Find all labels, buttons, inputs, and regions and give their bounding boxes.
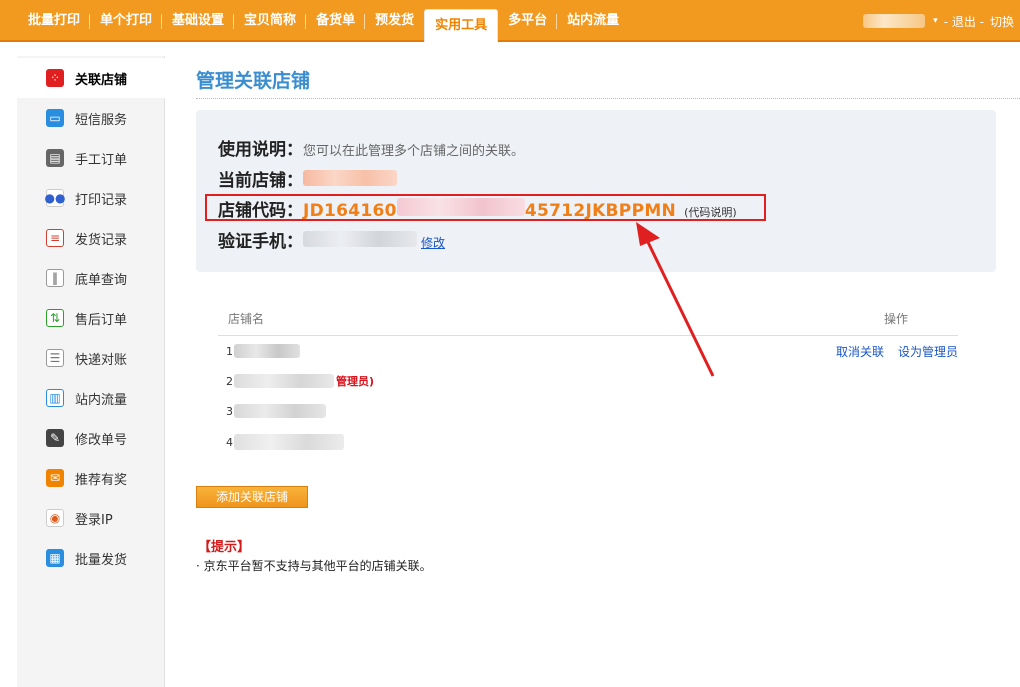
user-area: ▾ - 退出 - 切换 (863, 0, 1020, 42)
row-number: 2 (226, 374, 233, 388)
sidebar-item-label: 站内流量 (75, 392, 128, 408)
usage-text: 您可以在此管理多个店铺之间的关联。 (303, 144, 525, 159)
sidebar-item-label: 关联店铺 (75, 72, 128, 88)
sidebar-item-label: 手工订单 (75, 152, 128, 168)
top-navbar: 批量打印 单个打印 基础设置 宝贝简称 备货单 预发货 实用工具 多平台 站内流… (0, 0, 1020, 42)
sidebar-item-label: 推荐有奖 (75, 472, 128, 488)
login-ip-icon: ◉ (46, 509, 64, 527)
nav-batch-print[interactable]: 批量打印 (18, 0, 91, 42)
info-panel: 使用说明： 您可以在此管理多个店铺之间的关联。 当前店铺： 店铺代码： JD16… (196, 110, 996, 272)
store-link-icon: ⁘ (46, 69, 64, 87)
col-operations: 操作 (883, 312, 908, 326)
sidebar-item-edit-tracking[interactable]: ✎ 修改单号 (17, 418, 165, 458)
verify-phone-label: 验证手机： (218, 232, 303, 252)
store-name-redacted (234, 434, 344, 450)
sidebar-item-express-reconcile[interactable]: ☰ 快递对账 (17, 338, 165, 378)
unlink-store-link[interactable]: 取消关联 (836, 343, 884, 360)
sidebar-item-label: 修改单号 (75, 432, 128, 448)
nav-stock-list[interactable]: 备货单 (306, 0, 366, 42)
sidebar-item-label: 登录IP (75, 512, 113, 528)
store-name-redacted (234, 374, 334, 388)
store-code-highlight (205, 194, 766, 221)
nav-tools-tab[interactable]: 实用工具 (424, 9, 499, 42)
nav-pre-ship[interactable]: 预发货 (365, 0, 424, 42)
tips-text: · 京东平台暂不支持与其他平台的店铺关联。 (196, 559, 432, 573)
printer-icon: ▤ (46, 149, 64, 167)
stores-table-header: 店铺名 操作 (218, 310, 958, 336)
sidebar-item-referral[interactable]: ✉ 推荐有奖 (17, 458, 165, 498)
table-row: 4 (226, 432, 344, 452)
current-store-label: 当前店铺： (218, 171, 303, 191)
print-record-icon: ●● (44, 189, 66, 207)
edit-pencil-icon: ✎ (46, 429, 64, 447)
row-number: 1 (226, 344, 233, 358)
table-row: 1 (226, 341, 300, 361)
sidebar-item-shipping-record[interactable]: ≡ 发货记录 (17, 218, 165, 258)
table-row: 3 (226, 401, 326, 421)
nav-site-traffic[interactable]: 站内流量 (557, 0, 629, 42)
sidebar-item-traffic[interactable]: ▥ 站内流量 (17, 378, 165, 418)
sidebar-item-print-record[interactable]: ●● 打印记录 (17, 178, 165, 218)
username-redacted (863, 14, 926, 28)
usage-label: 使用说明： (218, 140, 303, 160)
sidebar-item-batch-ship[interactable]: ▦ 批量发货 (17, 538, 165, 578)
nav-single-print[interactable]: 单个打印 (90, 0, 163, 42)
store-name-redacted (234, 404, 326, 418)
nav-multi-platform[interactable]: 多平台 (498, 0, 558, 42)
reward-envelope-icon: ✉ (46, 469, 64, 487)
sidebar-item-label: 短信服务 (75, 112, 128, 128)
admin-tag: 管理员) (336, 375, 375, 388)
add-linked-store-button[interactable]: 添加关联店铺 (196, 486, 308, 508)
sidebar-item-label: 快递对账 (75, 352, 128, 368)
sms-icon: ▭ (46, 109, 64, 127)
current-store-row: 当前店铺： (218, 166, 397, 191)
sidebar: ⁘ 关联店铺 ▭ 短信服务 ▤ 手工订单 ●● 打印记录 ≡ 发货记录 ‖ 底单… (17, 56, 165, 687)
store-name-redacted (234, 344, 300, 358)
after-sale-icon: ⇅ (46, 309, 64, 327)
current-store-redacted (303, 170, 397, 186)
sidebar-item-label: 批量发货 (75, 552, 128, 568)
sidebar-item-login-ip[interactable]: ◉ 登录IP (17, 498, 165, 538)
row-actions: 取消关联 设为管理员 (836, 343, 972, 360)
sidebar-item-receipt-query[interactable]: ‖ 底单查询 (17, 258, 165, 298)
logout-link[interactable]: - 退出 - (944, 13, 984, 30)
chevron-down-icon[interactable]: ▾ (933, 16, 938, 26)
batch-ship-icon: ▦ (46, 549, 64, 567)
barcode-icon: ‖ (46, 269, 64, 287)
usage-row: 使用说明： 您可以在此管理多个店铺之间的关联。 (218, 135, 524, 160)
title-divider (196, 98, 1020, 99)
sidebar-item-after-sale[interactable]: ⇅ 售后订单 (17, 298, 165, 338)
row-number: 4 (226, 435, 233, 449)
sidebar-item-label: 发货记录 (75, 232, 128, 248)
shipping-record-icon: ≡ (46, 229, 64, 247)
sidebar-item-label: 售后订单 (75, 312, 128, 328)
set-admin-link[interactable]: 设为管理员 (898, 343, 958, 360)
traffic-chart-icon: ▥ (46, 389, 64, 407)
phone-redacted (303, 231, 417, 247)
switch-link[interactable]: 切换 (990, 13, 1014, 30)
table-row: 2 管理员) (226, 371, 374, 391)
tips-title: 【提示】 (198, 540, 251, 555)
sidebar-item-label: 底单查询 (75, 272, 128, 288)
nav-basic-settings[interactable]: 基础设置 (162, 0, 235, 42)
main-nav: 批量打印 单个打印 基础设置 宝贝简称 备货单 预发货 实用工具 多平台 站内流… (18, 0, 629, 42)
sidebar-item-manual-order[interactable]: ▤ 手工订单 (17, 138, 165, 178)
sidebar-item-label: 打印记录 (75, 192, 128, 208)
col-store-name: 店铺名 (228, 312, 265, 326)
edit-phone-link[interactable]: 修改 (421, 234, 445, 251)
verify-phone-row: 验证手机： 修改 (218, 227, 445, 252)
sidebar-item-linked-stores[interactable]: ⁘ 关联店铺 (17, 58, 165, 98)
page-title: 管理关联店铺 (196, 70, 311, 92)
reconcile-icon: ☰ (46, 349, 64, 367)
nav-item-shortname[interactable]: 宝贝简称 (234, 0, 307, 42)
sidebar-item-sms[interactable]: ▭ 短信服务 (17, 98, 165, 138)
row-number: 3 (226, 404, 233, 418)
